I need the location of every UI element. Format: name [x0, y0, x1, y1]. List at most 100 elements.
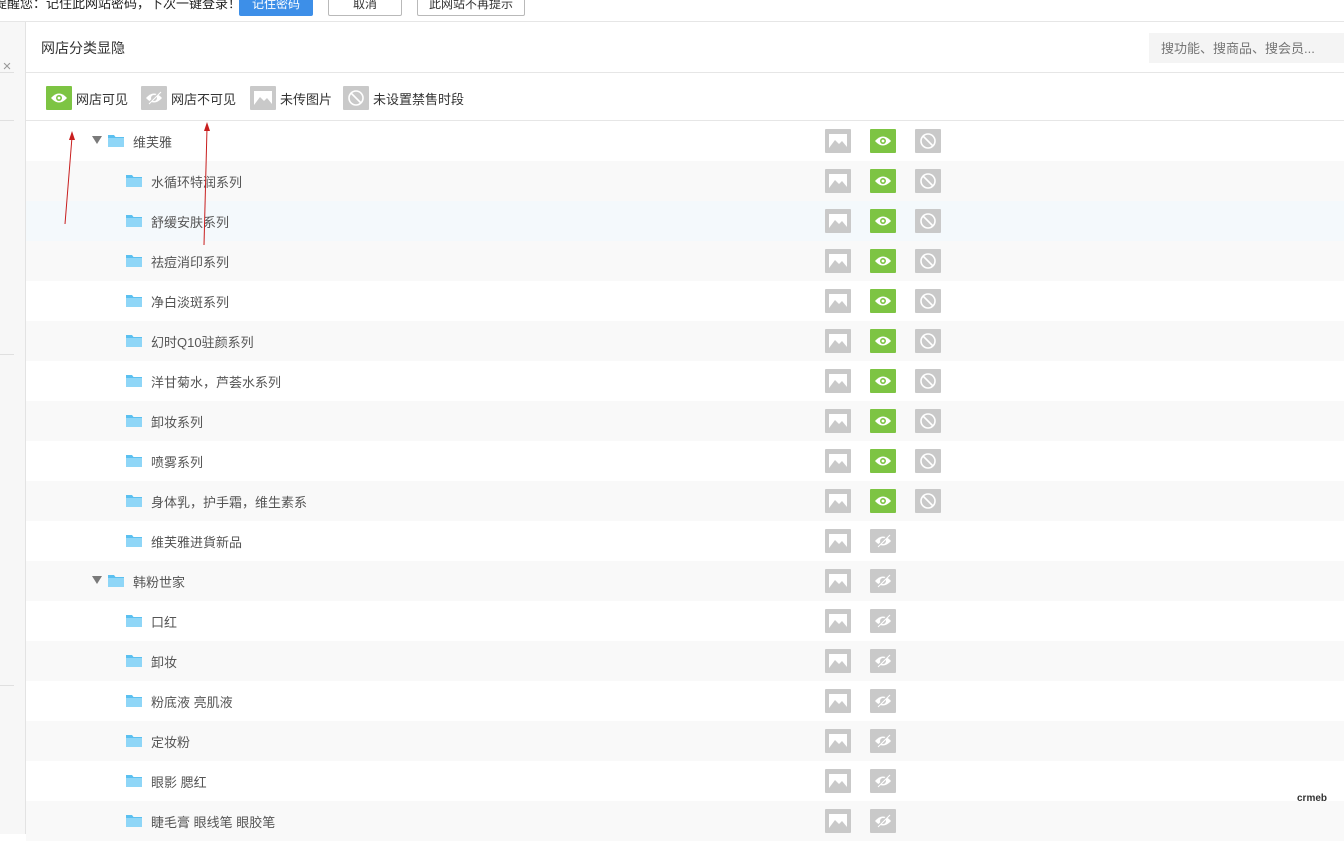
tree-row[interactable]: 定妆粉: [26, 721, 1344, 761]
image-icon[interactable]: [825, 409, 851, 433]
eye-icon[interactable]: [870, 169, 896, 193]
eye-icon[interactable]: [870, 289, 896, 313]
tree-row[interactable]: 维芙雅进貨新品: [26, 521, 1344, 561]
expand-caret-icon[interactable]: [92, 136, 102, 144]
category-name[interactable]: 幻时Q10驻颜系列: [151, 332, 254, 351]
eye-slash-icon[interactable]: [870, 729, 896, 753]
folder-icon: [126, 454, 142, 467]
image-icon: [250, 86, 276, 110]
ban-icon[interactable]: [915, 409, 941, 433]
eye-slash-icon[interactable]: [870, 769, 896, 793]
category-name[interactable]: 卸妆: [151, 652, 177, 671]
image-icon[interactable]: [825, 489, 851, 513]
eye-slash-icon[interactable]: [870, 529, 896, 553]
category-name[interactable]: 祛痘消印系列: [151, 252, 229, 271]
ban-icon[interactable]: [915, 249, 941, 273]
tree-row[interactable]: 口红: [26, 601, 1344, 641]
eye-icon[interactable]: [870, 449, 896, 473]
tree-row[interactable]: 舒缓安肤系列: [26, 201, 1344, 241]
folder-icon: [126, 814, 142, 827]
image-icon[interactable]: [825, 369, 851, 393]
tree-row[interactable]: 喷雾系列: [26, 441, 1344, 481]
ban-icon[interactable]: [915, 129, 941, 153]
tree-row[interactable]: 身体乳，护手霜，维生素系: [26, 481, 1344, 521]
category-name[interactable]: 韩粉世家: [133, 572, 185, 591]
image-icon[interactable]: [825, 169, 851, 193]
remember-password-button[interactable]: 记住密码: [239, 0, 313, 16]
category-name[interactable]: 身体乳，护手霜，维生素系: [151, 492, 307, 511]
category-name[interactable]: 舒缓安肤系列: [151, 212, 229, 231]
tree-row[interactable]: 祛痘消印系列: [26, 241, 1344, 281]
tree-row[interactable]: 卸妆系列: [26, 401, 1344, 441]
tree-row[interactable]: 粉底液 亮肌液: [26, 681, 1344, 721]
eye-slash-icon[interactable]: [870, 569, 896, 593]
folder-icon: [126, 174, 142, 187]
eye-slash-icon[interactable]: [870, 689, 896, 713]
image-icon[interactable]: [825, 809, 851, 833]
ban-icon[interactable]: [915, 329, 941, 353]
global-search-input[interactable]: [1149, 33, 1344, 63]
ban-icon[interactable]: [915, 449, 941, 473]
image-icon[interactable]: [825, 569, 851, 593]
eye-icon[interactable]: [870, 129, 896, 153]
ban-icon[interactable]: [915, 489, 941, 513]
eye-icon[interactable]: [870, 489, 896, 513]
ban-icon[interactable]: [915, 369, 941, 393]
legend-visible[interactable]: 网店可见: [46, 85, 128, 111]
category-name[interactable]: 净白淡斑系列: [151, 292, 229, 311]
image-icon[interactable]: [825, 689, 851, 713]
folder-icon: [108, 134, 124, 147]
tree-group-row[interactable]: 维芙雅: [26, 121, 1344, 161]
legend-no-ban[interactable]: 未设置禁售时段: [343, 85, 464, 111]
expand-caret-icon[interactable]: [92, 576, 102, 584]
category-name[interactable]: 喷雾系列: [151, 452, 203, 471]
tree-row[interactable]: 净白淡斑系列: [26, 281, 1344, 321]
eye-icon[interactable]: [870, 329, 896, 353]
eye-slash-icon[interactable]: [870, 809, 896, 833]
category-name[interactable]: 定妆粉: [151, 732, 190, 751]
category-name[interactable]: 水循环特润系列: [151, 172, 242, 191]
image-icon[interactable]: [825, 449, 851, 473]
image-icon[interactable]: [825, 529, 851, 553]
image-icon[interactable]: [825, 329, 851, 353]
legend-no-image[interactable]: 未传图片: [250, 85, 332, 111]
tree-row[interactable]: 水循环特润系列: [26, 161, 1344, 201]
image-icon[interactable]: [825, 729, 851, 753]
ban-icon[interactable]: [915, 289, 941, 313]
eye-slash-icon[interactable]: [870, 649, 896, 673]
image-icon[interactable]: [825, 249, 851, 273]
ban-icon[interactable]: [915, 169, 941, 193]
category-name[interactable]: 卸妆系列: [151, 412, 203, 431]
eye-slash-icon[interactable]: [870, 609, 896, 633]
tree-row[interactable]: 洋甘菊水，芦荟水系列: [26, 361, 1344, 401]
folder-icon: [126, 214, 142, 227]
tree-row[interactable]: 睫毛膏 眼线笔 眼胶笔: [26, 801, 1344, 841]
category-name[interactable]: 洋甘菊水，芦荟水系列: [151, 372, 281, 391]
left-side-strip: ×: [0, 22, 26, 834]
category-name[interactable]: 睫毛膏 眼线笔 眼胶笔: [151, 812, 275, 831]
never-prompt-button[interactable]: 此网站不再提示: [417, 0, 525, 16]
category-name[interactable]: 维芙雅: [133, 132, 172, 151]
category-name[interactable]: 维芙雅进貨新品: [151, 532, 242, 551]
image-icon[interactable]: [825, 609, 851, 633]
eye-icon[interactable]: [870, 409, 896, 433]
image-icon[interactable]: [825, 649, 851, 673]
tree-group-row[interactable]: 韩粉世家: [26, 561, 1344, 601]
category-name[interactable]: 眼影 腮红: [151, 772, 207, 791]
image-icon[interactable]: [825, 289, 851, 313]
folder-icon: [108, 574, 124, 587]
eye-icon[interactable]: [870, 249, 896, 273]
eye-icon[interactable]: [870, 369, 896, 393]
legend-invisible[interactable]: 网店不可见: [141, 85, 236, 111]
image-icon[interactable]: [825, 129, 851, 153]
eye-icon[interactable]: [870, 209, 896, 233]
tree-row[interactable]: 幻时Q10驻颜系列: [26, 321, 1344, 361]
cancel-button[interactable]: 取消: [328, 0, 402, 16]
image-icon[interactable]: [825, 209, 851, 233]
category-name[interactable]: 粉底液 亮肌液: [151, 692, 233, 711]
tree-row[interactable]: 卸妆: [26, 641, 1344, 681]
ban-icon[interactable]: [915, 209, 941, 233]
category-name[interactable]: 口红: [151, 612, 177, 631]
tree-row[interactable]: 眼影 腮红: [26, 761, 1344, 801]
image-icon[interactable]: [825, 769, 851, 793]
